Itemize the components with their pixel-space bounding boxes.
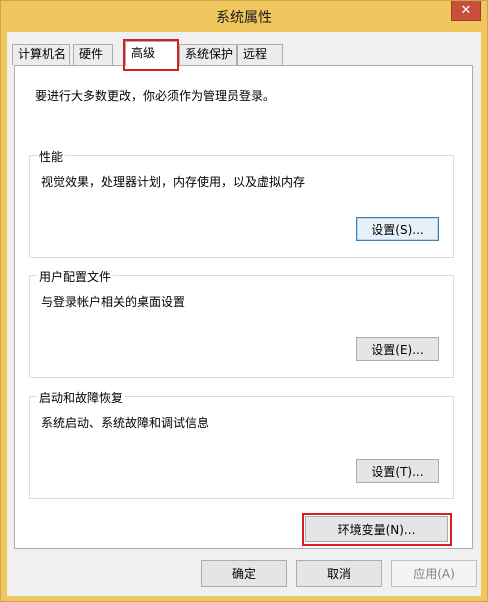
user-profiles-description: 与登录帐户相关的桌面设置: [41, 295, 186, 309]
tab-hardware[interactable]: 硬件: [73, 44, 113, 65]
close-icon: ✕: [460, 3, 472, 18]
startup-recovery-group: 启动和故障恢复 系统启动、系统故障和调试信息 设置(T)...: [29, 389, 454, 499]
environment-variables-button[interactable]: 环境变量(N)...: [305, 516, 448, 542]
dialog-client-area: 计算机名 硬件 高级 系统保护 远程 要进行大多数更改，你必须作为管理员登录。 …: [7, 32, 481, 596]
ok-button[interactable]: 确定: [201, 560, 287, 587]
admin-note: 要进行大多数更改，你必须作为管理员登录。: [35, 89, 276, 103]
advanced-tab-panel: 要进行大多数更改，你必须作为管理员登录。 性能 视觉效果，处理器计划，内存使用，…: [14, 65, 473, 549]
user-profiles-title: 用户配置文件: [37, 268, 114, 285]
tab-computer-name[interactable]: 计算机名: [12, 44, 70, 65]
user-profiles-settings-button[interactable]: 设置(E)...: [356, 337, 439, 361]
window-title: 系统属性: [216, 10, 272, 26]
startup-recovery-description: 系统启动、系统故障和调试信息: [41, 416, 210, 430]
tab-advanced[interactable]: 高级: [125, 41, 179, 66]
user-profiles-group: 用户配置文件 与登录帐户相关的桌面设置 设置(E)...: [29, 268, 454, 378]
tab-remote[interactable]: 远程: [237, 44, 283, 65]
apply-button[interactable]: 应用(A): [391, 560, 477, 587]
cancel-button[interactable]: 取消: [296, 560, 382, 587]
performance-settings-button[interactable]: 设置(S)...: [356, 217, 439, 241]
performance-title: 性能: [37, 148, 66, 165]
performance-description: 视觉效果，处理器计划，内存使用，以及虚拟内存: [41, 175, 306, 189]
close-button[interactable]: ✕: [451, 1, 481, 21]
title-bar[interactable]: 系统属性 ✕: [1, 1, 487, 32]
tab-strip: 计算机名 硬件 高级 系统保护 远程: [12, 39, 477, 71]
performance-group: 性能 视觉效果，处理器计划，内存使用，以及虚拟内存 设置(S)...: [29, 148, 454, 258]
startup-recovery-title: 启动和故障恢复: [37, 389, 126, 406]
startup-recovery-settings-button[interactable]: 设置(T)...: [356, 459, 439, 483]
system-properties-window: 系统属性 ✕ 计算机名 硬件 高级 系统保护 远程 要进行大多数更改，你必须作为…: [0, 0, 488, 602]
tab-system-protection[interactable]: 系统保护: [179, 44, 237, 65]
